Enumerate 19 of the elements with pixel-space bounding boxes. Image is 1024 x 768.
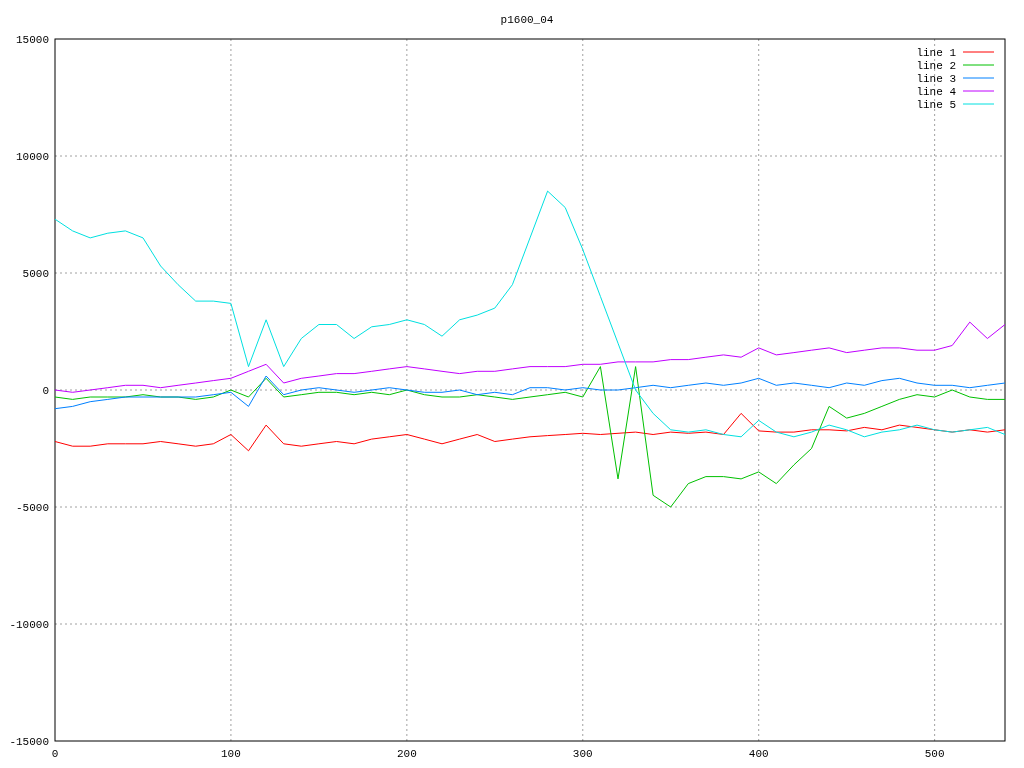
y-tick-label: 10000: [16, 151, 49, 163]
legend-label: line 3: [916, 73, 956, 85]
y-tick-label: -5000: [16, 502, 49, 514]
x-tick-label: 500: [924, 748, 945, 760]
y-tick-label: -15000: [9, 736, 49, 748]
chart-title: p1600_04: [500, 14, 554, 26]
legend-label: line 2: [916, 60, 956, 72]
legend-label: line 5: [916, 99, 956, 111]
x-tick-label: 200: [396, 748, 417, 760]
legend-label: line 1: [916, 47, 956, 59]
x-tick-label: 400: [748, 748, 769, 760]
x-tick-label: 100: [221, 748, 241, 760]
y-tick-label: 15000: [16, 34, 49, 46]
legend-label: line 4: [916, 86, 956, 98]
x-tick-label: 300: [572, 748, 593, 760]
y-tick-label: 0: [42, 385, 49, 397]
y-tick-label: 5000: [22, 268, 49, 280]
x-tick-label: 0: [51, 748, 59, 760]
y-tick-label: -10000: [9, 619, 49, 631]
